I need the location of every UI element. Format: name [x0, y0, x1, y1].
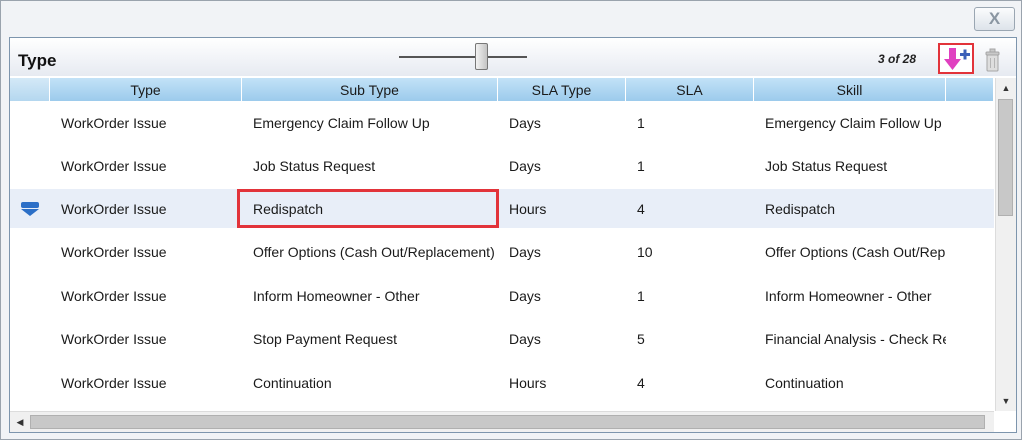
- download-add-icon[interactable]: [940, 45, 972, 72]
- table-row[interactable]: WorkOrder Issue Inform Homeowner - Other…: [10, 276, 994, 315]
- cell-subtype: Redispatch: [253, 200, 324, 217]
- type-panel: Type 3 of 28 Type Sub Type SLA Type SLA …: [9, 37, 1017, 433]
- scroll-up-icon[interactable]: ▲: [997, 79, 1015, 97]
- cell-sla-type: Hours: [509, 374, 547, 391]
- cell-sla: 10: [637, 243, 653, 260]
- cell-sla-type: Hours: [509, 200, 547, 217]
- cell-skill: Inform Homeowner - Other: [765, 287, 932, 304]
- delete-button[interactable]: [978, 45, 1008, 75]
- cell-skill: Financial Analysis - Check Request: [765, 330, 946, 347]
- cell-type: WorkOrder Issue: [61, 243, 167, 260]
- cell-sla-type: Days: [509, 243, 541, 260]
- table-row[interactable]: WorkOrder Issue Offer Options (Cash Out/…: [10, 232, 994, 271]
- cell-sla-type: Days: [509, 157, 541, 174]
- cell-type: WorkOrder Issue: [61, 287, 167, 304]
- cell-subtype: Emergency Claim Follow Up: [253, 114, 430, 131]
- column-header-skill[interactable]: Skill: [754, 78, 946, 101]
- cell-skill: Emergency Claim Follow Up: [765, 114, 942, 131]
- cell-sla: 4: [637, 200, 645, 217]
- row-expand-icon[interactable]: [20, 201, 40, 217]
- horizontal-scroll-thumb[interactable]: [30, 415, 985, 429]
- grid-body: WorkOrder Issue Emergency Claim Follow U…: [10, 101, 994, 411]
- cell-sla: 1: [637, 114, 645, 131]
- cell-subtype: Job Status Request: [253, 157, 376, 174]
- column-header-indicator: [10, 78, 50, 101]
- cell-sla-type: Days: [509, 330, 541, 347]
- cell-sla-type: Days: [509, 114, 541, 131]
- column-header-subtype[interactable]: Sub Type: [242, 78, 498, 101]
- page-count: 3 of 28: [878, 52, 917, 66]
- panel-title-bar: Type 3 of 28: [10, 38, 1016, 76]
- zoom-slider-thumb[interactable]: [475, 43, 488, 70]
- cell-subtype: Inform Homeowner - Other: [253, 287, 420, 304]
- close-button[interactable]: X: [974, 7, 1015, 31]
- table-row-selected[interactable]: WorkOrder Issue Redispatch Hours 4 Redis…: [10, 189, 994, 228]
- close-icon[interactable]: X: [989, 9, 1000, 29]
- table-row[interactable]: WorkOrder Issue Continuation Hours 4 Con…: [10, 363, 994, 402]
- add-button[interactable]: [938, 43, 974, 74]
- trash-icon[interactable]: [978, 45, 1008, 75]
- horizontal-scrollbar[interactable]: ◀: [10, 411, 994, 432]
- cell-skill: Redispatch: [765, 200, 836, 217]
- cell-skill: Offer Options (Cash Out/Replacement): [765, 243, 946, 260]
- table-row[interactable]: WorkOrder Issue Job Status Request Days …: [10, 146, 994, 185]
- cell-subtype: Stop Payment Request: [253, 330, 397, 347]
- zoom-slider-track[interactable]: [399, 56, 527, 58]
- scroll-down-icon[interactable]: ▼: [997, 392, 1015, 410]
- cell-skill: Job Status Request: [765, 157, 888, 174]
- panel-title: Type: [18, 51, 57, 70]
- cell-sla-type: Days: [509, 287, 541, 304]
- cell-sla: 5: [637, 330, 645, 347]
- column-header-filler: [946, 78, 994, 101]
- vertical-scrollbar[interactable]: ▲ ▼: [995, 78, 1016, 411]
- dialog-window: X Type 3 of 28 Type Sub Type SLA Type SL…: [0, 0, 1022, 440]
- cell-type: WorkOrder Issue: [61, 374, 167, 391]
- vertical-scroll-thumb[interactable]: [998, 99, 1013, 216]
- cell-type: WorkOrder Issue: [61, 200, 167, 217]
- cell-skill: Continuation: [765, 374, 844, 391]
- column-header-sla-type[interactable]: SLA Type: [498, 78, 626, 101]
- cell-subtype: Continuation: [253, 374, 332, 391]
- cell-sla: 1: [637, 287, 645, 304]
- row-indicator[interactable]: [10, 201, 50, 217]
- scroll-left-icon[interactable]: ◀: [11, 413, 29, 431]
- table-row[interactable]: WorkOrder Issue Stop Payment Request Day…: [10, 319, 994, 358]
- table-row[interactable]: WorkOrder Issue Emergency Claim Follow U…: [10, 103, 994, 142]
- cell-type: WorkOrder Issue: [61, 114, 167, 131]
- cell-sla: 1: [637, 157, 645, 174]
- column-header-sla[interactable]: SLA: [626, 78, 754, 101]
- cell-type: WorkOrder Issue: [61, 330, 167, 347]
- cell-sla: 4: [637, 374, 645, 391]
- grid-header: Type Sub Type SLA Type SLA Skill: [10, 78, 994, 101]
- cell-type: WorkOrder Issue: [61, 157, 167, 174]
- column-header-type[interactable]: Type: [50, 78, 242, 101]
- cell-subtype: Offer Options (Cash Out/Replacement): [253, 243, 495, 260]
